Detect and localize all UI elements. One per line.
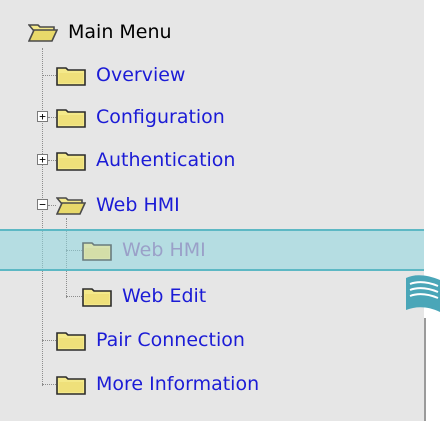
tree-subitem-label: Web Edit [122, 285, 207, 307]
tree-item-label: Overview [96, 64, 186, 86]
folder-icon [56, 109, 86, 128]
expand-authentication-toggle[interactable]: + [37, 154, 48, 165]
tree-subitem-label: Web HMI [122, 239, 206, 261]
folder-icon [56, 67, 86, 86]
menu-panel: Main Menu Overview + Configuration + Aut… [0, 0, 442, 421]
expand-configuration-toggle[interactable]: + [37, 111, 48, 122]
tree-subitem-web-edit[interactable]: Web Edit [82, 280, 206, 312]
tree-item-web-hmi[interactable]: Web HMI [56, 189, 180, 221]
tree-connector [42, 340, 56, 341]
tree-item-label: Configuration [96, 106, 225, 128]
tree-connector [66, 296, 82, 297]
tree-item-authentication[interactable]: Authentication [56, 144, 235, 176]
tree-item-configuration[interactable]: Configuration [56, 101, 225, 133]
tree-connector [48, 117, 56, 118]
content-frame [424, 318, 442, 421]
tree-item-pair-connection[interactable]: Pair Connection [56, 324, 245, 356]
tree-root-label: Main Menu [68, 21, 172, 43]
folder-open-icon [56, 197, 86, 215]
folder-icon [56, 376, 86, 395]
book-icon [406, 275, 440, 312]
selection-highlight [0, 229, 442, 271]
tree-item-label: Authentication [96, 149, 236, 171]
folder-icon [56, 332, 86, 351]
tree-root-main-menu[interactable]: Main Menu [28, 16, 172, 48]
tree-item-label: More Information [96, 373, 260, 395]
tree-item-label: Pair Connection [96, 329, 245, 351]
tree-connector [48, 205, 56, 206]
tree-item-label: Web HMI [96, 194, 180, 216]
collapse-web-hmi-toggle[interactable]: − [37, 199, 48, 210]
folder-icon [82, 288, 112, 307]
tree-connector [42, 75, 56, 76]
tree-subitem-web-hmi[interactable]: Web HMI [82, 234, 206, 266]
tree-connector [42, 48, 43, 386]
folder-open-icon [28, 24, 58, 42]
tree-connector [42, 384, 56, 385]
folder-icon [56, 152, 86, 171]
tree-connector [48, 160, 56, 161]
folder-icon [82, 242, 112, 261]
tree-item-more-information[interactable]: More Information [56, 368, 259, 400]
tree-item-overview[interactable]: Overview [56, 59, 185, 91]
